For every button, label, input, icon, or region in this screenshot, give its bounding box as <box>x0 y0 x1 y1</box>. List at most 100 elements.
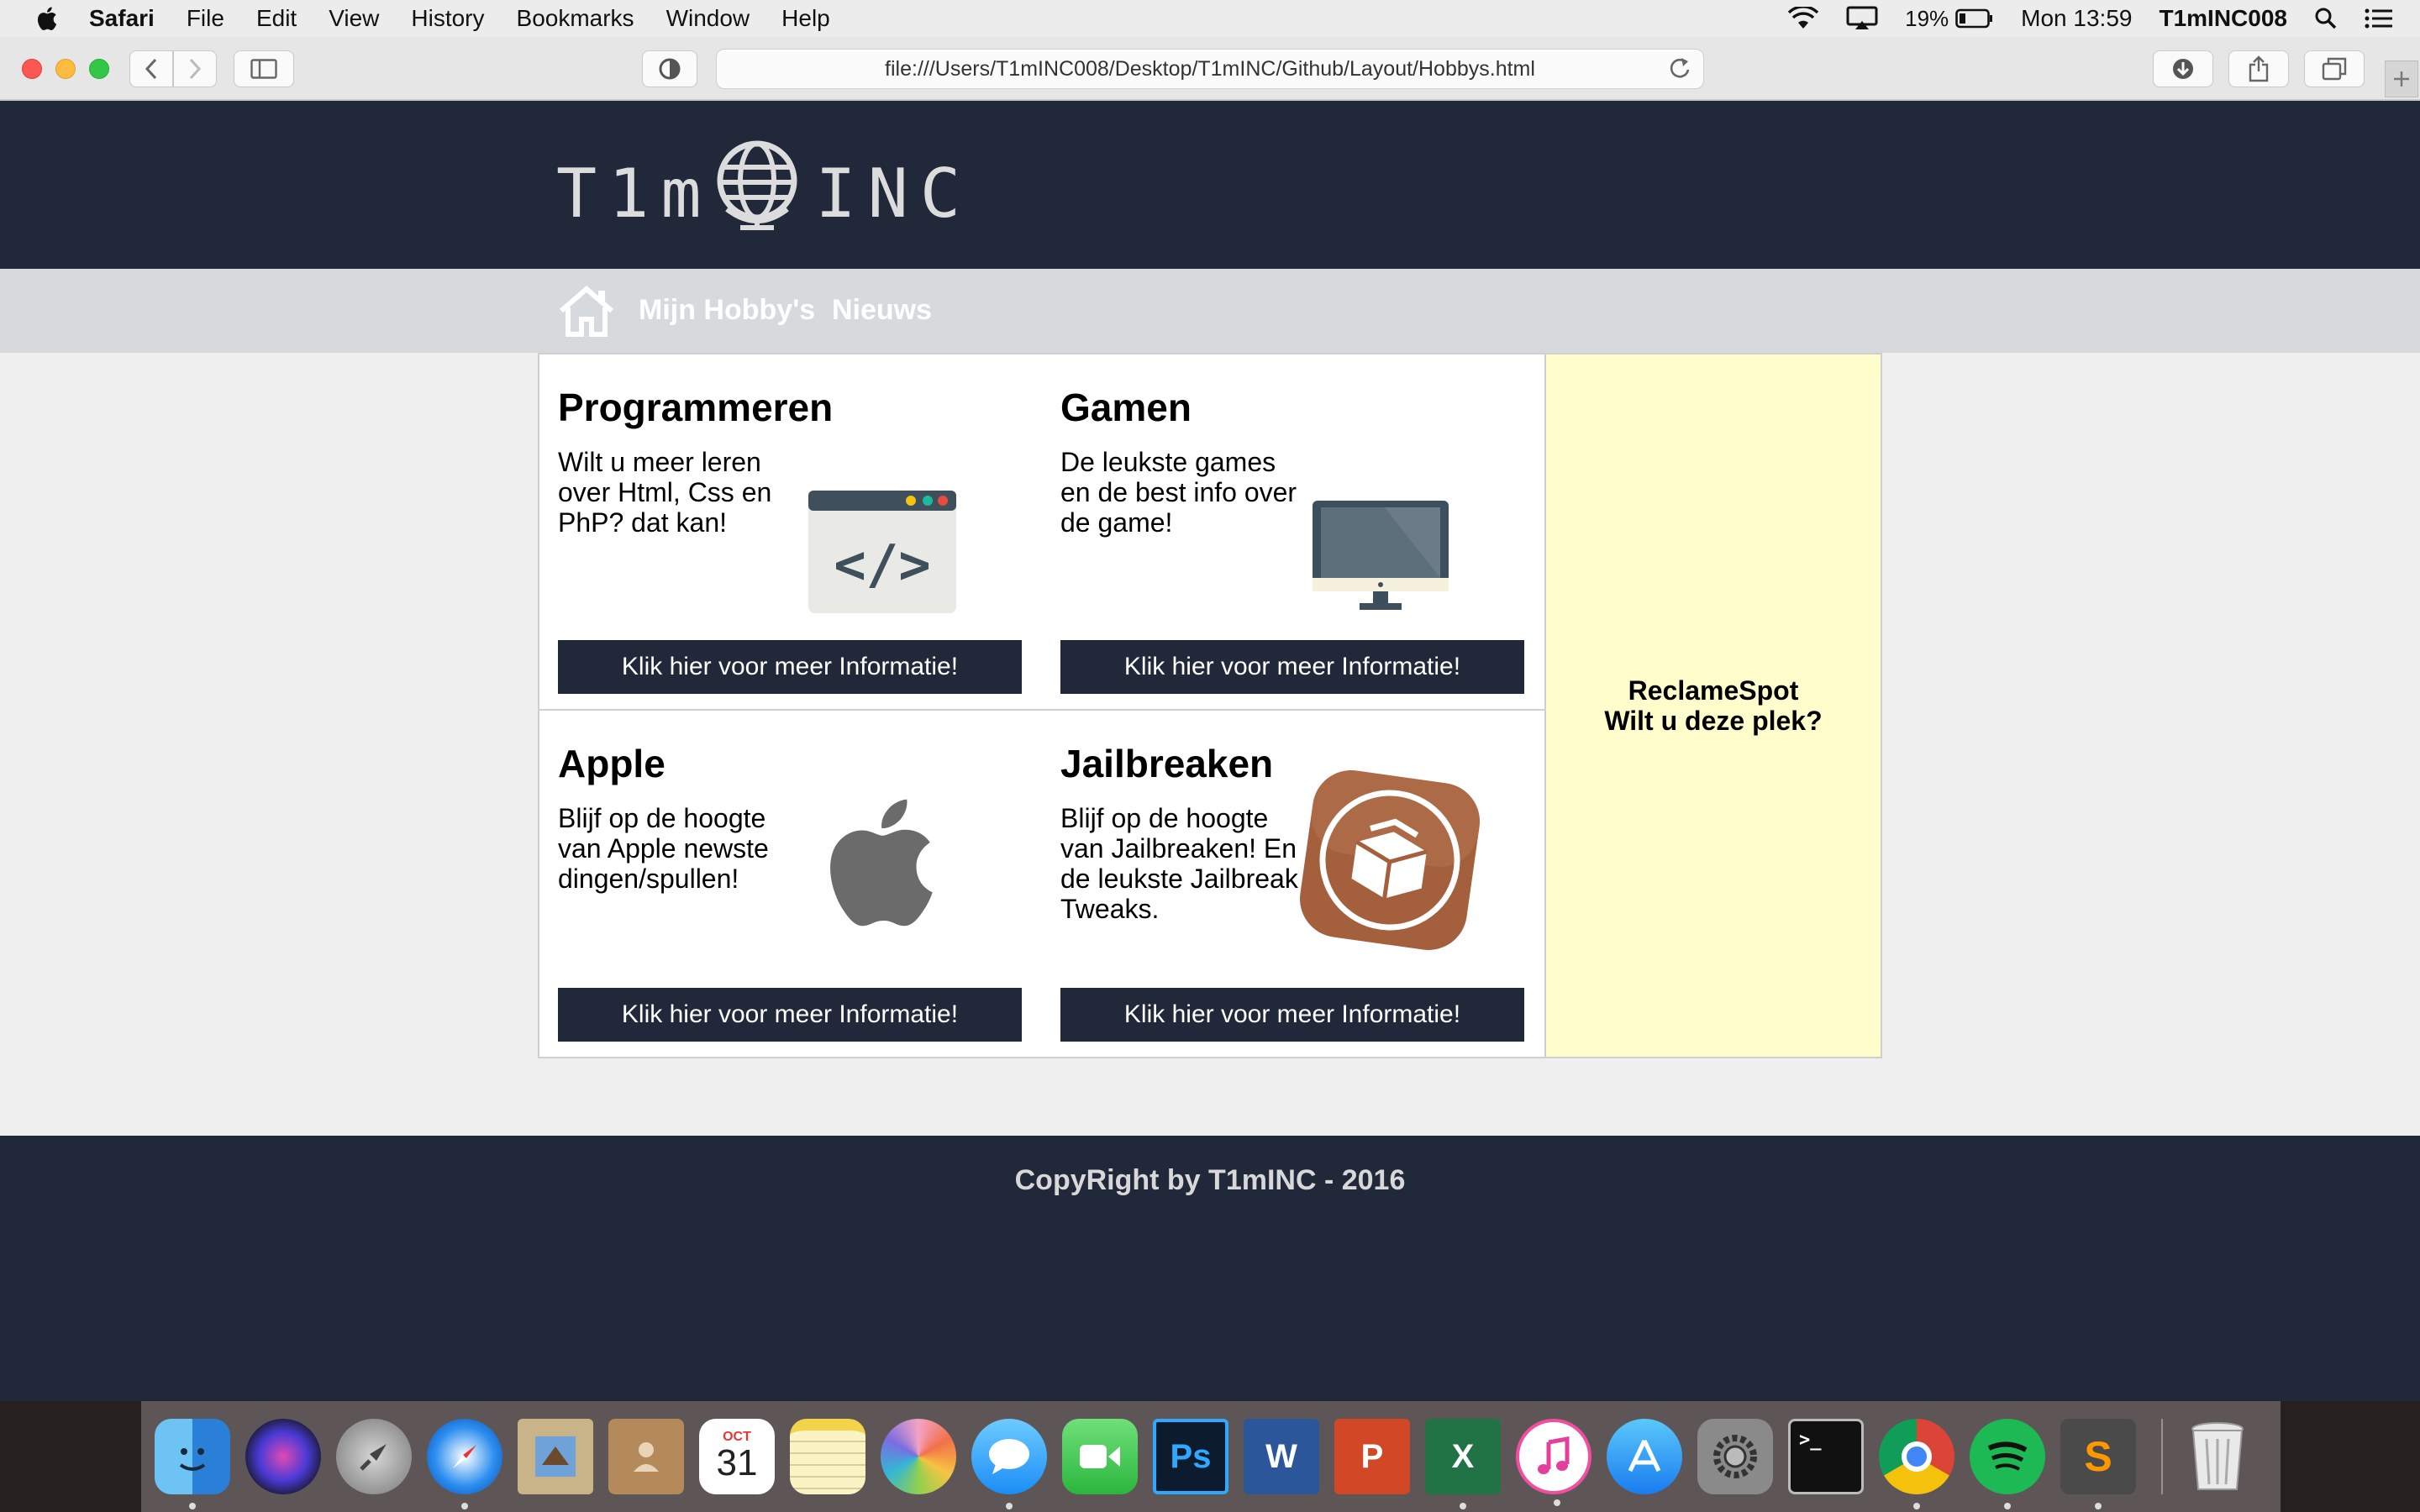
site-header: T1m INC <box>0 101 2420 269</box>
address-bar[interactable]: file:///Users/T1mINC008/Desktop/T1mINC/G… <box>716 49 1704 89</box>
menu-safari[interactable]: Safari <box>89 5 155 32</box>
spotify-waves-icon <box>1987 1441 2028 1471</box>
finder-icon[interactable] <box>155 1419 230 1509</box>
person-icon <box>634 1442 659 1472</box>
wifi-icon[interactable] <box>1787 7 1819 30</box>
menu-file[interactable]: File <box>187 5 224 32</box>
menu-help[interactable]: Help <box>781 5 830 32</box>
calendar-icon[interactable]: OCT 31 <box>699 1419 775 1494</box>
photos-icon[interactable] <box>881 1419 956 1494</box>
site-footer: CopyRight by T1mINC - 2016 <box>0 1136 2420 1401</box>
ad-title: ReclameSpot <box>1628 675 1799 706</box>
chrome-icon[interactable] <box>1879 1419 1954 1509</box>
svg-text:</>: </> <box>834 534 931 596</box>
launchpad-icon[interactable] <box>336 1419 412 1494</box>
user-name[interactable]: T1mINC008 <box>2159 5 2287 32</box>
cydia-icon <box>1300 770 1480 950</box>
notification-center-icon[interactable] <box>2365 8 2393 29</box>
excel-icon[interactable]: X <box>1425 1419 1501 1509</box>
terminal-icon[interactable]: >_ <box>1788 1419 1864 1494</box>
menu-bookmarks[interactable]: Bookmarks <box>517 5 634 32</box>
more-info-button[interactable]: Klik hier voor meer Informatie! <box>558 988 1022 1042</box>
reload-icon[interactable] <box>1668 55 1691 80</box>
running-indicator <box>1913 1503 1920 1509</box>
share-button[interactable] <box>2228 50 2289 87</box>
clock[interactable]: Mon 13:59 <box>2021 5 2132 32</box>
more-info-button[interactable]: Klik hier voor meer Informatie! <box>1060 988 1524 1042</box>
spotlight-search-icon[interactable] <box>2314 7 2338 30</box>
system-preferences-icon[interactable] <box>1697 1419 1773 1494</box>
sidebar-toggle-button[interactable] <box>234 50 294 87</box>
menu-history[interactable]: History <box>411 5 484 32</box>
copyright-text: CopyRight by T1mINC - 2016 <box>1014 1164 1406 1196</box>
downloads-button[interactable] <box>2153 50 2213 87</box>
dock: OCT 31 Ps W P X >_ S <box>141 1401 2281 1512</box>
rocket-icon <box>360 1444 387 1471</box>
minimize-window-button[interactable] <box>55 59 76 79</box>
apple-menu-icon[interactable] <box>34 5 59 32</box>
back-button[interactable] <box>129 50 173 87</box>
menu-window[interactable]: Window <box>666 5 750 32</box>
content-area: Programmeren Wilt u meer leren over Html… <box>538 353 1882 1058</box>
app-store-icon[interactable] <box>1607 1419 1682 1494</box>
safari-icon[interactable] <box>427 1419 502 1509</box>
menu-bar: Safari File Edit View History Bookmarks … <box>0 0 2420 37</box>
running-indicator <box>1006 1503 1013 1509</box>
photoshop-icon[interactable]: Ps <box>1153 1419 1228 1494</box>
speech-bubble-icon <box>989 1439 1029 1474</box>
trash-can-icon <box>2191 1422 2244 1490</box>
menu-edit[interactable]: Edit <box>256 5 297 32</box>
sublime-text-icon[interactable]: S <box>2060 1419 2136 1509</box>
trash-icon[interactable] <box>2180 1419 2255 1494</box>
web-page: T1m INC Mijn Hobby's Nieuws Programmeren… <box>0 101 2420 1401</box>
word-icon[interactable]: W <box>1244 1419 1319 1494</box>
running-indicator <box>2095 1503 2102 1509</box>
facetime-icon[interactable] <box>1062 1419 1138 1494</box>
messages-icon[interactable] <box>971 1419 1047 1509</box>
running-indicator <box>189 1503 196 1509</box>
powerpoint-icon[interactable]: P <box>1334 1419 1410 1494</box>
menu-view[interactable]: View <box>329 5 379 32</box>
card-title: Programmeren <box>558 386 834 429</box>
imac-icon <box>1313 501 1449 610</box>
tab-overview-button[interactable] <box>2304 50 2365 87</box>
contacts-icon[interactable] <box>608 1419 684 1494</box>
shield-icon <box>659 58 681 80</box>
new-tab-button[interactable] <box>2385 60 2418 97</box>
zoom-window-button[interactable] <box>89 59 109 79</box>
site-logo[interactable]: T1m INC <box>556 134 972 252</box>
more-info-button[interactable]: Klik hier voor meer Informatie! <box>1060 640 1524 694</box>
globe-icon <box>717 140 797 230</box>
apple-logo-icon <box>830 799 933 927</box>
ad-spot[interactable]: ReclameSpot Wilt u deze plek? <box>1544 354 1881 1057</box>
word-label: W <box>1265 1437 1297 1475</box>
mail-icon[interactable] <box>518 1419 593 1494</box>
ad-subtitle: Wilt u deze plek? <box>1604 706 1823 736</box>
nav-link-hobbys[interactable]: Mijn Hobby's <box>639 294 815 327</box>
eagle-stamp-icon <box>535 1436 576 1477</box>
logo-text-right: INC <box>815 154 972 233</box>
card-gamen: Gamen De leukste games en de best info o… <box>1042 354 1543 707</box>
card-title: Jailbreaken <box>1060 742 1274 785</box>
music-note-icon <box>1538 1436 1570 1474</box>
more-info-button[interactable]: Klik hier voor meer Informatie! <box>558 640 1022 694</box>
compass-needle-icon <box>453 1445 476 1468</box>
sidebar-icon <box>250 59 277 79</box>
nav-link-nieuws[interactable]: Nieuws <box>832 294 932 327</box>
privacy-shield-button[interactable] <box>642 50 697 87</box>
airplay-icon[interactable] <box>1846 6 1878 31</box>
gear-icon <box>1713 1435 1757 1478</box>
url-text[interactable]: file:///Users/T1mINC008/Desktop/T1mINC/G… <box>885 57 1535 81</box>
battery-icon[interactable] <box>1955 8 1994 29</box>
forward-button[interactable] <box>173 50 217 87</box>
home-icon[interactable] <box>556 284 617 338</box>
spotify-icon[interactable] <box>1970 1419 2045 1509</box>
notes-icon[interactable] <box>790 1419 865 1494</box>
download-icon <box>2173 59 2193 79</box>
close-window-button[interactable] <box>22 59 42 79</box>
siri-icon[interactable] <box>245 1419 321 1494</box>
card-text: De leukste games en de best info over de… <box>1060 447 1297 538</box>
itunes-icon[interactable] <box>1516 1419 1591 1506</box>
chevron-right-icon <box>189 58 202 80</box>
video-camera-icon <box>1080 1445 1120 1468</box>
